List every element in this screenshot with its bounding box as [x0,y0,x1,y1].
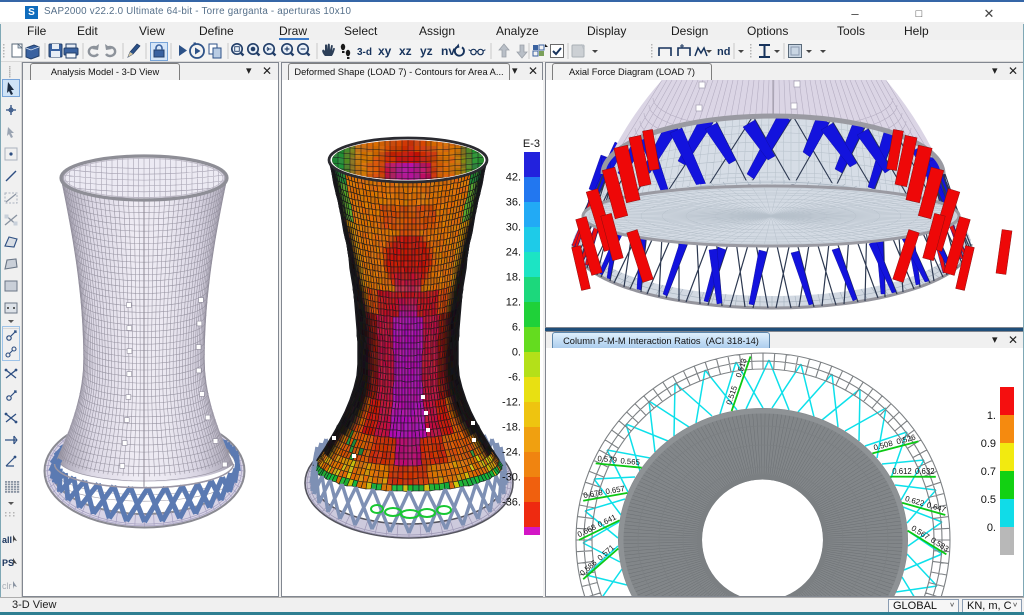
svg-text:36.: 36. [506,197,521,209]
svg-text:18.: 18. [506,272,521,284]
svg-text:nd: nd [717,46,730,58]
svg-text:0.579: 0.579 [597,454,617,465]
svg-text:0.9: 0.9 [981,438,996,450]
svg-text:nv: nv [441,44,455,58]
svg-text:12.: 12. [506,297,521,309]
svg-text:6.: 6. [512,322,521,334]
svg-text:0.: 0. [987,522,996,534]
svg-text:clr: clr [2,581,12,591]
svg-text:1.: 1. [987,410,996,422]
svg-text:0.612: 0.612 [892,467,912,476]
svg-text:E-3: E-3 [523,138,540,150]
svg-text:-24.: -24. [502,447,521,459]
svg-text:xz: xz [399,44,412,58]
svg-text:30.: 30. [506,222,521,234]
svg-text:-30.: -30. [502,472,521,484]
svg-text:0.: 0. [512,347,521,359]
svg-text:yz: yz [420,44,433,58]
svg-text:0.632: 0.632 [915,467,935,476]
svg-text:0.5: 0.5 [981,494,996,506]
svg-text:-18.: -18. [502,422,521,434]
svg-text:24.: 24. [506,247,521,259]
svg-text:xy: xy [378,44,392,58]
svg-text:PS: PS [2,558,14,568]
svg-text:0.7: 0.7 [981,466,996,478]
svg-text:-6.: -6. [508,372,521,384]
svg-text:0.565: 0.565 [620,456,641,467]
svg-text:all: all [2,535,12,545]
svg-text:-36.: -36. [502,497,521,509]
svg-text:3-d: 3-d [357,47,372,58]
svg-text:42.: 42. [506,172,521,184]
svg-text:-12.: -12. [502,397,521,409]
